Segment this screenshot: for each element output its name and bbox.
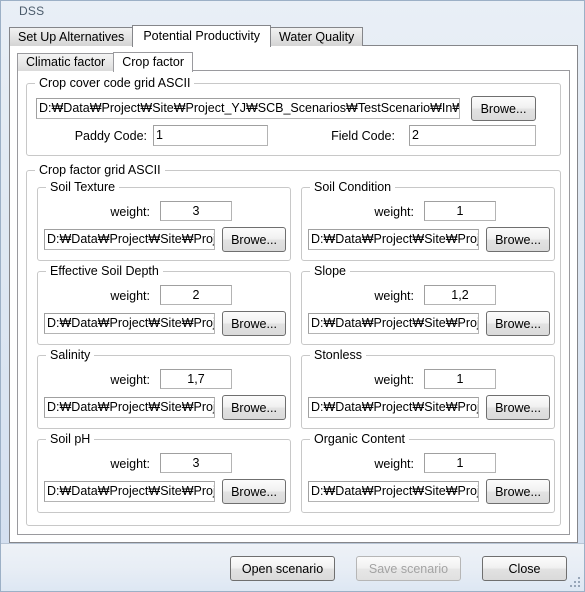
soil-condition-group: Soil Condition weight: 1 D:₩Data₩Project… [301, 180, 555, 261]
button-label: Browe... [495, 232, 541, 247]
organic-content-weight-input[interactable]: 1 [424, 453, 496, 473]
button-label: Browe... [231, 484, 277, 499]
crop-cover-code-group: Crop cover code grid ASCII D:₩Data₩Proje… [26, 76, 561, 156]
effective-soil-depth-path-input[interactable]: D:₩Data₩Project₩Site₩Proje [44, 313, 215, 334]
soil-condition-browse-button[interactable]: Browe... [486, 227, 550, 252]
group-title: Soil pH [46, 432, 95, 446]
button-label: Save scenario [368, 561, 449, 576]
button-label: Browe... [231, 232, 277, 247]
tab-label: Crop factor [122, 55, 185, 69]
field-code-input[interactable]: 2 [409, 125, 536, 146]
button-label: Browe... [495, 316, 541, 331]
effective-soil-depth-weight-input[interactable]: 2 [160, 285, 232, 305]
factor-tab-control: Climatic factor Crop factor Crop cover c… [17, 51, 570, 535]
group-title: Organic Content [310, 432, 410, 446]
organic-content-browse-button[interactable]: Browe... [486, 479, 550, 504]
crop-cover-browse-button[interactable]: Browe... [471, 96, 536, 121]
button-label: Browe... [231, 316, 277, 331]
weight-label: weight: [374, 289, 414, 303]
close-button[interactable]: Close [482, 556, 567, 581]
group-title: Slope [310, 264, 350, 278]
slope-group: Slope weight: 1,2 D:₩Data₩Project₩Site₩P… [301, 264, 555, 345]
slope-browse-button[interactable]: Browe... [486, 311, 550, 336]
salinity-path-input[interactable]: D:₩Data₩Project₩Site₩Proje [44, 397, 215, 418]
button-label: Open scenario [241, 561, 324, 576]
organic-content-group: Organic Content weight: 1 D:₩Data₩Projec… [301, 432, 555, 513]
tab-climatic-factor[interactable]: Climatic factor [17, 53, 115, 71]
slope-path-input[interactable]: D:₩Data₩Project₩Site₩Proj [308, 313, 479, 334]
field-code-label: Field Code: [331, 129, 395, 143]
tab-set-up-alternatives[interactable]: Set Up Alternatives [9, 27, 134, 46]
salinity-weight-input[interactable]: 1,7 [160, 369, 232, 389]
paddy-code-input[interactable]: 1 [153, 125, 268, 146]
crop-factor-panel: Crop cover code grid ASCII D:₩Data₩Proje… [17, 70, 570, 535]
dss-window: DSS Set Up Alternatives Potential Produc… [0, 0, 585, 592]
group-title: Soil Texture [46, 180, 120, 194]
soil-texture-path-input[interactable]: D:₩Data₩Project₩Site₩Proje [44, 229, 215, 250]
button-label: Close [508, 561, 541, 576]
button-label: Browe... [231, 400, 277, 415]
soil-ph-weight-input[interactable]: 3 [160, 453, 232, 473]
salinity-group: Salinity weight: 1,7 D:₩Data₩Project₩Sit… [37, 348, 291, 429]
weight-label: weight: [110, 373, 150, 387]
group-title: Stonless [310, 348, 366, 362]
group-title: Soil Condition [310, 180, 396, 194]
button-label: Browe... [495, 400, 541, 415]
weight-label: weight: [374, 373, 414, 387]
paddy-code-label: Paddy Code: [74, 129, 147, 143]
crop-cover-path-input[interactable]: D:₩Data₩Project₩Site₩Project_YJ₩SCB_Scen… [36, 98, 460, 119]
soil-texture-group: Soil Texture weight: 3 D:₩Data₩Project₩S… [37, 180, 291, 261]
tab-label: Climatic factor [26, 55, 106, 69]
organic-content-path-input[interactable]: D:₩Data₩Project₩Site₩Proj [308, 481, 479, 502]
factor-tab-strip: Climatic factor Crop factor [17, 51, 570, 72]
crop-cover-code-group-title: Crop cover code grid ASCII [35, 76, 195, 90]
weight-label: weight: [110, 205, 150, 219]
effective-soil-depth-group: Effective Soil Depth weight: 2 D:₩Data₩P… [37, 264, 291, 345]
footer-bar: Open scenario Save scenario Close [1, 543, 584, 591]
soil-texture-browse-button[interactable]: Browe... [222, 227, 286, 252]
tab-label: Potential Productivity [143, 29, 261, 43]
crop-factor-grid-group: Crop factor grid ASCII Soil Texture weig… [26, 163, 561, 526]
soil-ph-browse-button[interactable]: Browe... [222, 479, 286, 504]
stonless-browse-button[interactable]: Browe... [486, 395, 550, 420]
soil-condition-weight-input[interactable]: 1 [424, 201, 496, 221]
save-scenario-button[interactable]: Save scenario [356, 556, 461, 581]
stonless-group: Stonless weight: 1 D:₩Data₩Project₩Site₩… [301, 348, 555, 429]
slope-weight-input[interactable]: 1,2 [424, 285, 496, 305]
window-title: DSS [19, 4, 45, 18]
stonless-weight-input[interactable]: 1 [424, 369, 496, 389]
soil-condition-path-input[interactable]: D:₩Data₩Project₩Site₩Proj [308, 229, 479, 250]
group-title: Effective Soil Depth [46, 264, 163, 278]
effective-soil-depth-browse-button[interactable]: Browe... [222, 311, 286, 336]
resize-grip[interactable] [569, 576, 581, 588]
soil-ph-group: Soil pH weight: 3 D:₩Data₩Project₩Site₩P… [37, 432, 291, 513]
soil-ph-path-input[interactable]: D:₩Data₩Project₩Site₩Proje [44, 481, 215, 502]
tab-crop-factor[interactable]: Crop factor [113, 52, 194, 72]
main-tab-panel: Climatic factor Crop factor Crop cover c… [9, 45, 578, 543]
stonless-path-input[interactable]: D:₩Data₩Project₩Site₩Proj [308, 397, 479, 418]
group-title: Salinity [46, 348, 95, 362]
salinity-browse-button[interactable]: Browe... [222, 395, 286, 420]
tab-potential-productivity[interactable]: Potential Productivity [132, 25, 272, 47]
tab-label: Water Quality [279, 30, 355, 44]
weight-label: weight: [374, 457, 414, 471]
weight-label: weight: [110, 457, 150, 471]
open-scenario-button[interactable]: Open scenario [230, 556, 335, 581]
soil-texture-weight-input[interactable]: 3 [160, 201, 232, 221]
weight-label: weight: [110, 289, 150, 303]
weight-label: weight: [374, 205, 414, 219]
crop-factor-grid-group-title: Crop factor grid ASCII [35, 163, 165, 177]
button-label: Browe... [480, 101, 527, 116]
button-label: Browe... [495, 484, 541, 499]
tab-label: Set Up Alternatives [18, 30, 125, 44]
tab-water-quality[interactable]: Water Quality [270, 27, 364, 46]
main-tab-control: Set Up Alternatives Potential Productivi… [9, 25, 578, 543]
main-tab-strip: Set Up Alternatives Potential Productivi… [9, 25, 578, 47]
